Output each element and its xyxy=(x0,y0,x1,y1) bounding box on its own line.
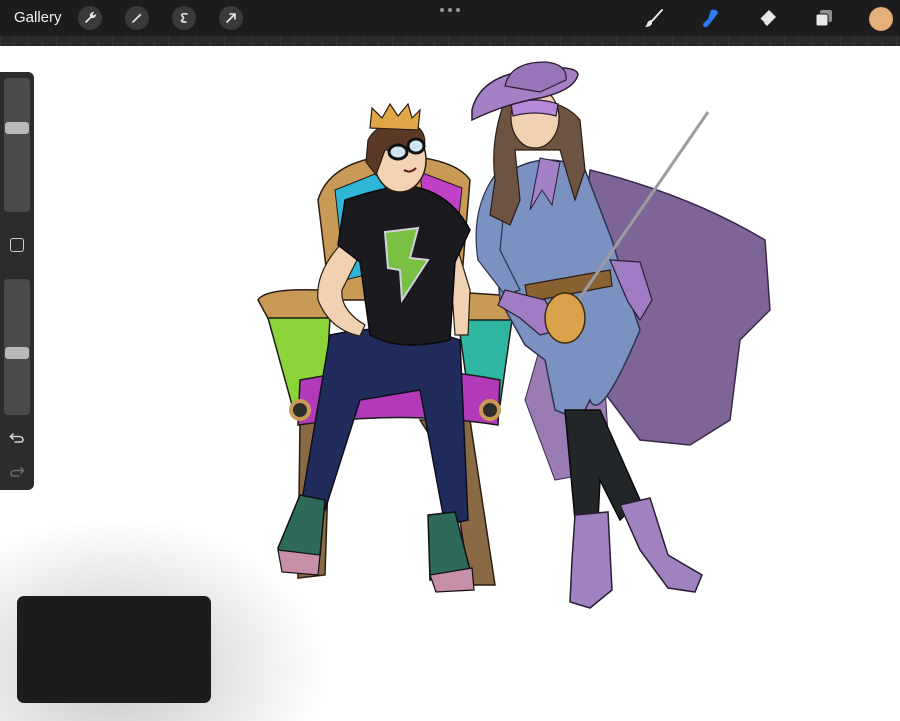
transform-arrow-icon xyxy=(226,13,236,23)
brush-size-slider[interactable] xyxy=(4,78,30,212)
toolbar-divider xyxy=(0,36,900,46)
reference-preview-window[interactable] xyxy=(17,596,211,703)
color-picker-button[interactable] xyxy=(869,7,893,31)
eraser-tool-button[interactable] xyxy=(754,5,780,31)
left-sidebar xyxy=(0,72,34,490)
magic-wand-icon xyxy=(132,13,142,23)
redo-icon[interactable] xyxy=(8,462,26,480)
selection-button[interactable] xyxy=(172,6,196,30)
adjustments-button[interactable] xyxy=(125,6,149,30)
king-jeans xyxy=(301,327,469,526)
king-crown xyxy=(369,102,421,131)
smudge-tool-button[interactable] xyxy=(697,5,723,31)
modify-square-icon[interactable] xyxy=(10,238,24,252)
throne-gem-right xyxy=(479,399,501,421)
musketeer-boot-right xyxy=(618,497,703,593)
musketeer-sword-guard xyxy=(544,292,586,344)
more-dots-icon[interactable] xyxy=(440,4,460,16)
actions-button[interactable] xyxy=(78,6,102,30)
brush-tool-button[interactable] xyxy=(641,5,667,31)
brush-size-thumb[interactable] xyxy=(5,122,29,134)
undo-icon[interactable] xyxy=(8,428,26,446)
transform-button[interactable] xyxy=(219,6,243,30)
smudge-icon xyxy=(703,9,718,28)
selection-icon xyxy=(180,12,188,23)
top-toolbar: Gallery xyxy=(0,0,900,36)
wrench-icon xyxy=(85,11,97,23)
musketeer-boot-left xyxy=(569,511,613,609)
eraser-icon xyxy=(759,10,776,26)
brush-icon xyxy=(645,9,663,27)
throne-gem-left xyxy=(289,399,311,421)
brush-opacity-slider[interactable] xyxy=(4,279,30,415)
brush-opacity-thumb[interactable] xyxy=(5,347,29,359)
layers-button[interactable] xyxy=(811,5,837,31)
drawing-canvas[interactable] xyxy=(0,46,900,721)
gallery-button[interactable]: Gallery xyxy=(14,9,62,26)
layers-icon xyxy=(815,10,832,27)
